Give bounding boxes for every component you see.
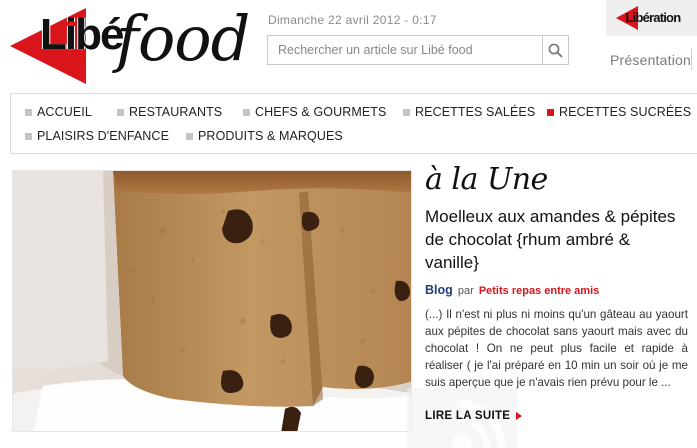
search-box	[267, 35, 569, 65]
nav-item-plaisirs-enfance[interactable]: PLAISIRS D'ENFANCE	[25, 128, 169, 144]
libe-food-logo[interactable]: Libé food	[10, 2, 255, 84]
nav-item-chefs-gourmets[interactable]: CHEFS & GOURMETS	[243, 104, 386, 120]
liberation-logo: Libération	[615, 6, 688, 30]
nav-bullet	[25, 108, 32, 116]
nav-bottom-border	[10, 153, 697, 154]
nav-item-label: PLAISIRS D'ENFANCE	[37, 129, 170, 143]
arrow-right-icon	[516, 412, 523, 420]
logo-libe-text: Libé	[40, 10, 124, 59]
article-excerpt: (...) Il n'est ni plus ni moins qu'un gâ…	[425, 308, 688, 389]
liberation-logo-text: Libération	[625, 10, 682, 25]
search-icon	[548, 43, 563, 58]
nav-top-border	[10, 93, 697, 94]
nav-bullet	[403, 108, 410, 116]
nav-item-produits-marques[interactable]: PRODUITS & MARQUES	[186, 128, 343, 144]
nav-item-restaurants[interactable]: RESTAURANTS	[117, 104, 222, 120]
article-byline: Blog par Petits repas entre amis	[425, 283, 599, 297]
search-input[interactable]	[268, 36, 544, 64]
byline-par: par	[457, 285, 474, 297]
nav-bullet	[243, 108, 250, 116]
byline-type: Blog	[425, 283, 453, 297]
liberation-link[interactable]: Libération	[606, 0, 697, 36]
cake-photo	[13, 171, 411, 431]
nav-item-label: ACCUEIL	[37, 105, 92, 119]
nav-item-accueil[interactable]: ACCUEIL	[25, 104, 92, 120]
nav-bullet	[117, 108, 124, 116]
logo-food-text: food	[116, 2, 250, 75]
header-divider	[691, 48, 692, 70]
read-more-label: LIRE LA SUITE	[425, 410, 511, 422]
nav-item-label: RECETTES SALÉES	[415, 105, 536, 119]
nav-item-recettes-salees[interactable]: RECETTES SALÉES	[403, 104, 535, 120]
nav-bullet	[186, 132, 193, 140]
current-date: Dimanche 22 avril 2012 - 0:17	[268, 13, 437, 27]
nav-bullet	[25, 132, 32, 140]
featured-article-title[interactable]: Moelleux aux amandes & pépites de chocol…	[425, 205, 687, 274]
nav-bullet-active	[547, 108, 554, 116]
nav-left-border	[10, 93, 11, 154]
nav-item-label: RECETTES SUCRÉES	[559, 105, 692, 119]
nav-item-label: RESTAURANTS	[129, 105, 223, 119]
byline-author-link[interactable]: Petits repas entre amis	[479, 285, 599, 297]
nav-item-label: CHEFS & GOURMETS	[255, 105, 387, 119]
nav-item-label: PRODUITS & MARQUES	[198, 129, 343, 143]
presentation-link[interactable]: Présentation	[610, 52, 691, 68]
search-button[interactable]	[542, 36, 568, 64]
featured-article-image[interactable]	[12, 170, 412, 432]
section-title-a-la-une: à la Une	[425, 162, 548, 197]
read-more-link[interactable]: LIRE LA SUITE	[425, 410, 523, 422]
nav-item-recettes-sucrees[interactable]: RECETTES SUCRÉES	[547, 104, 691, 120]
